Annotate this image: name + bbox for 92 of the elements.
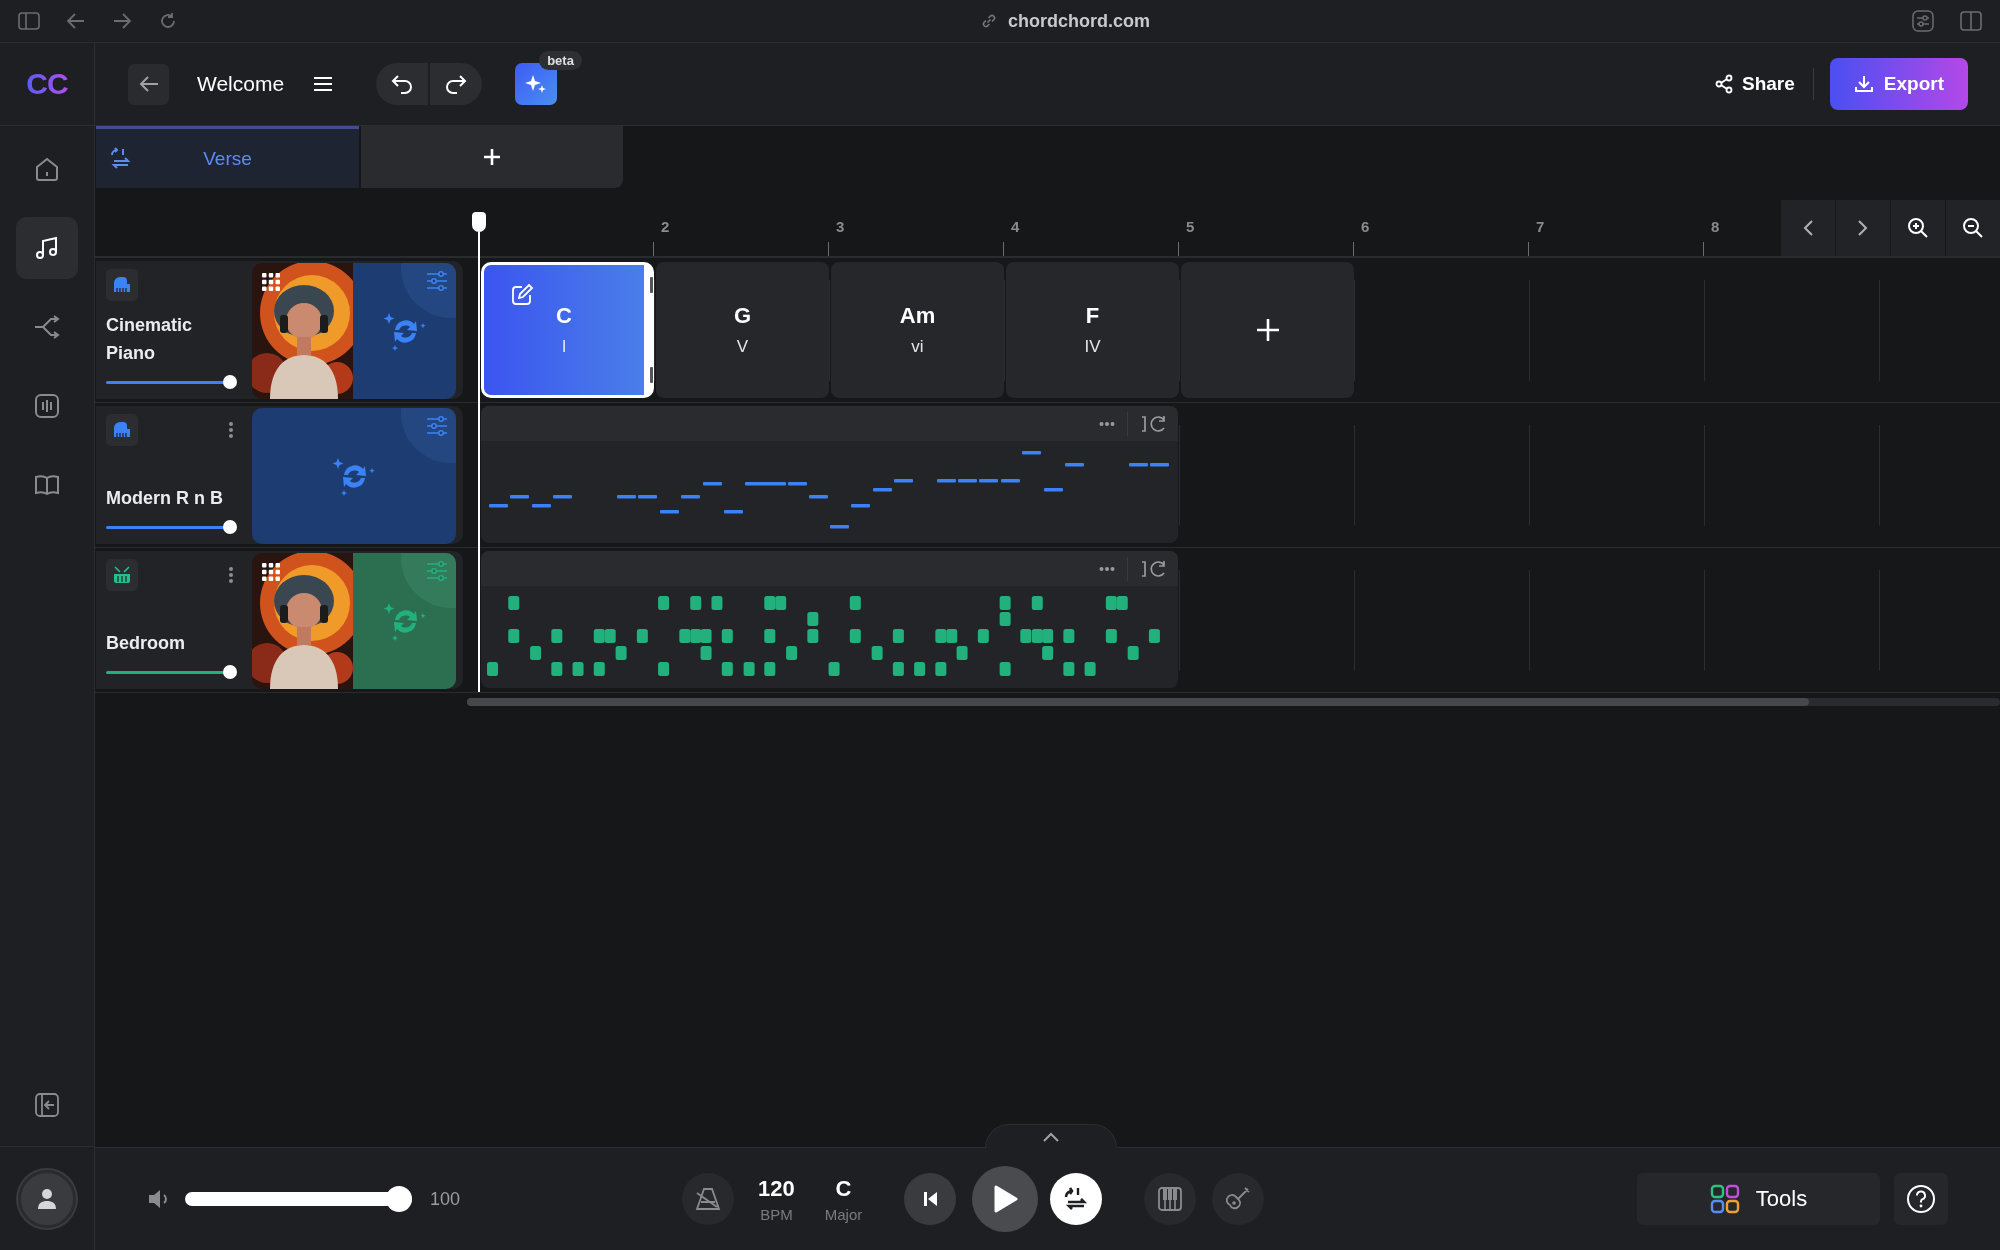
tools-button[interactable]: Tools <box>1637 1173 1880 1225</box>
redo-button[interactable] <box>430 63 483 105</box>
key-mode: Major <box>824 1205 863 1223</box>
bar-number: 7 <box>1536 218 1545 235</box>
chevron-left-icon <box>1801 218 1815 238</box>
edit-icon[interactable] <box>510 283 534 307</box>
plus-icon <box>482 147 502 167</box>
instrument-button[interactable] <box>106 559 138 591</box>
chevron-right-icon <box>1856 218 1870 238</box>
loop-button[interactable] <box>1050 1173 1103 1225</box>
loop-region-icon[interactable] <box>1140 413 1166 434</box>
skip-back-icon <box>921 1190 940 1208</box>
zoom-out-icon <box>1962 217 1984 239</box>
track-name: Cinematic Piano <box>106 314 194 365</box>
bar-number: 4 <box>1011 218 1020 235</box>
instrument-button[interactable] <box>106 414 138 446</box>
person-icon <box>36 1186 58 1211</box>
section-tab[interactable]: Verse <box>96 126 359 188</box>
volume-slider[interactable] <box>106 520 237 534</box>
bar-number: 3 <box>836 218 845 235</box>
piano-icon <box>112 276 132 294</box>
bar-number: 6 <box>1361 218 1370 235</box>
branch-icon <box>32 313 62 341</box>
track-name: Modern R n B <box>106 487 224 510</box>
sidebar-item[interactable] <box>16 217 78 279</box>
more-icon[interactable] <box>1099 420 1115 427</box>
tempo-unit: BPM <box>760 1205 793 1223</box>
key-value[interactable]: C <box>835 1175 852 1202</box>
share-icon <box>1714 74 1734 94</box>
project-title[interactable]: Welcome <box>197 72 285 96</box>
more-icon[interactable] <box>1099 565 1115 572</box>
tempo-value[interactable]: 120 <box>758 1175 795 1202</box>
address-bar[interactable]: chordchord.com <box>1008 10 1150 32</box>
pattern-lane[interactable] <box>481 551 1178 688</box>
undo-button[interactable] <box>376 63 429 105</box>
track-name: Bedroom <box>106 632 186 655</box>
download-icon <box>1853 74 1874 94</box>
chord-block[interactable]: C I <box>481 262 654 398</box>
help-button[interactable] <box>1894 1173 1948 1225</box>
metronome-icon <box>695 1187 722 1211</box>
plus-icon <box>1254 317 1281 343</box>
zoom-in-icon <box>1907 217 1929 239</box>
ai-assistant-button[interactable] <box>515 63 558 105</box>
export-button[interactable]: Export <box>1829 58 1968 110</box>
back-icon[interactable] <box>66 12 86 30</box>
bar-number: 2 <box>661 218 670 235</box>
chord-block[interactable]: Am vi <box>831 262 1004 398</box>
bar-number: 5 <box>1186 218 1195 235</box>
beta-badge: beta <box>539 51 582 70</box>
settings-sliders-icon[interactable] <box>426 560 448 581</box>
volume-slider[interactable] <box>106 665 237 679</box>
user-avatar[interactable] <box>18 1169 76 1228</box>
back-arrow-icon <box>137 74 160 94</box>
instrument-button[interactable] <box>106 269 138 301</box>
help-icon <box>1905 1183 1937 1215</box>
volume-slider[interactable] <box>106 375 237 389</box>
bar-number: 8 <box>1711 218 1720 235</box>
grid-icon[interactable] <box>262 272 280 291</box>
grid-squares-icon <box>1709 1184 1740 1214</box>
reload-icon[interactable] <box>158 11 178 31</box>
master-volume-slider[interactable] <box>185 1186 412 1212</box>
loop-region-icon[interactable] <box>1140 558 1166 579</box>
settings-sliders-icon[interactable] <box>426 270 448 291</box>
chord-block[interactable]: G V <box>656 262 829 398</box>
undo-icon <box>390 73 415 95</box>
waveform-icon <box>33 392 61 420</box>
menu-icon[interactable] <box>312 75 335 93</box>
settings-sliders-icon[interactable] <box>426 415 448 436</box>
playhead[interactable] <box>472 212 486 692</box>
grid-icon[interactable] <box>262 562 280 581</box>
link-icon <box>980 12 998 30</box>
sidebar-toggle-icon[interactable] <box>18 12 40 30</box>
forward-icon[interactable] <box>112 12 132 30</box>
zoom-in-button[interactable] <box>1891 200 1945 256</box>
piano-icon <box>112 421 132 439</box>
sliders-icon[interactable] <box>1912 10 1934 32</box>
horizontal-scrollbar[interactable] <box>467 698 2000 706</box>
style-panel[interactable] <box>353 262 456 399</box>
redo-icon <box>444 73 469 95</box>
home-icon <box>33 155 61 183</box>
more-options-icon[interactable] <box>228 421 234 439</box>
split-view-icon[interactable] <box>1960 11 1982 31</box>
volume-value: 100 <box>430 1188 461 1210</box>
drum-icon <box>112 566 132 584</box>
collapse-sidebar-icon[interactable] <box>34 1092 60 1118</box>
zoom-out-button[interactable] <box>1946 200 2000 256</box>
chevron-up-icon <box>1041 1130 1061 1143</box>
back-button[interactable] <box>128 63 169 105</box>
piano-keys-icon <box>1157 1186 1184 1212</box>
chord-block[interactable]: F IV <box>1006 262 1179 398</box>
share-button[interactable]: Share <box>1714 73 1795 95</box>
more-options-icon[interactable] <box>228 566 234 584</box>
